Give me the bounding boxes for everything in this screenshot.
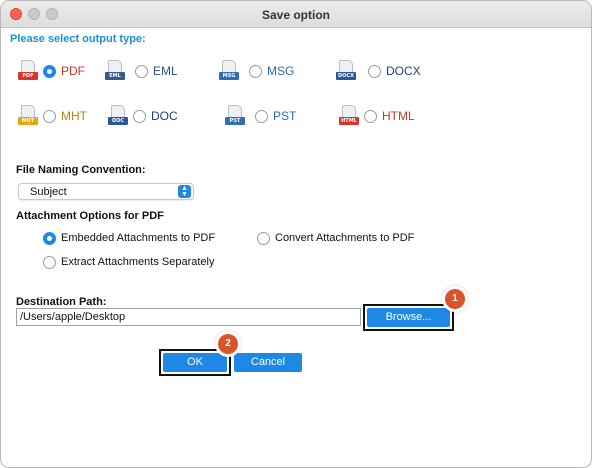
output-type-pdf-label: PDF <box>61 64 85 78</box>
output-type-docx-label: DOCX <box>386 64 421 78</box>
mht-file-icon: MHT <box>18 105 38 127</box>
save-option-dialog: Save option Please select output type: P… <box>0 0 592 468</box>
browse-button[interactable]: Browse... <box>367 308 450 327</box>
destination-path-field[interactable] <box>16 308 361 326</box>
attachment-options-label: Attachment Options for PDF <box>16 210 164 222</box>
file-naming-select[interactable]: Subject ▲ ▼ <box>18 183 194 200</box>
embedded-attachments-option[interactable]: Embedded Attachments to PDF <box>43 230 215 246</box>
pdf-file-icon: PDF <box>18 60 38 82</box>
radio-mht[interactable] <box>43 109 56 123</box>
html-file-icon: HTML <box>339 105 359 127</box>
file-naming-value: Subject <box>30 186 67 198</box>
output-type-eml-label: EML <box>153 64 178 78</box>
radio-convert-attachments[interactable] <box>257 231 270 245</box>
pst-file-icon: PST <box>225 105 245 127</box>
embedded-attachments-label: Embedded Attachments to PDF <box>61 232 216 244</box>
cancel-button[interactable]: Cancel <box>234 353 302 372</box>
chevron-updown-icon: ▲ ▼ <box>178 185 191 198</box>
destination-path-label: Destination Path: <box>16 296 107 308</box>
step-badge-2: 2 <box>218 334 238 354</box>
eml-file-icon: EML <box>105 60 125 82</box>
output-type-doc-label: DOC <box>151 109 178 123</box>
ok-button[interactable]: OK <box>163 353 227 372</box>
radio-doc[interactable] <box>133 109 146 123</box>
radio-msg[interactable] <box>249 64 262 78</box>
output-type-pdf[interactable]: PDF PDF <box>18 60 85 82</box>
output-type-pst-label: PST <box>273 109 297 123</box>
radio-pst[interactable] <box>255 109 268 123</box>
radio-embedded-attachments[interactable] <box>43 231 56 245</box>
doc-file-icon: DOC <box>108 105 128 127</box>
step-badge-1: 1 <box>445 289 465 309</box>
file-naming-label: File Naming Convention: <box>16 164 146 176</box>
output-type-docx[interactable]: DOCX DOCX <box>336 60 421 82</box>
convert-attachments-option[interactable]: Convert Attachments to PDF <box>257 230 414 246</box>
radio-extract-attachments[interactable] <box>43 255 56 269</box>
radio-eml[interactable] <box>135 64 148 78</box>
radio-html[interactable] <box>364 109 377 123</box>
destination-path-input[interactable] <box>17 309 360 325</box>
extract-attachments-option[interactable]: Extract Attachments Separately <box>43 254 214 270</box>
window-title: Save option <box>261 8 330 22</box>
output-type-mht[interactable]: MHT MHT <box>18 105 87 127</box>
title-bar: Save option <box>1 1 591 28</box>
output-type-doc[interactable]: DOC DOC <box>108 105 178 127</box>
convert-attachments-label: Convert Attachments to PDF <box>275 232 415 244</box>
docx-file-icon: DOCX <box>336 60 356 82</box>
msg-file-icon: MSG <box>219 60 239 82</box>
output-type-pst[interactable]: PST PST <box>225 105 296 127</box>
output-type-eml[interactable]: EML EML <box>105 60 178 82</box>
radio-docx[interactable] <box>368 64 381 78</box>
extract-attachments-label: Extract Attachments Separately <box>61 256 215 268</box>
output-type-msg-label: MSG <box>267 64 295 78</box>
output-type-msg[interactable]: MSG MSG <box>219 60 294 82</box>
output-type-label: Please select output type: <box>10 33 146 45</box>
output-type-mht-label: MHT <box>61 109 87 123</box>
radio-pdf[interactable] <box>43 64 56 78</box>
output-type-html[interactable]: HTML HTML <box>339 105 415 127</box>
output-type-html-label: HTML <box>382 109 415 123</box>
